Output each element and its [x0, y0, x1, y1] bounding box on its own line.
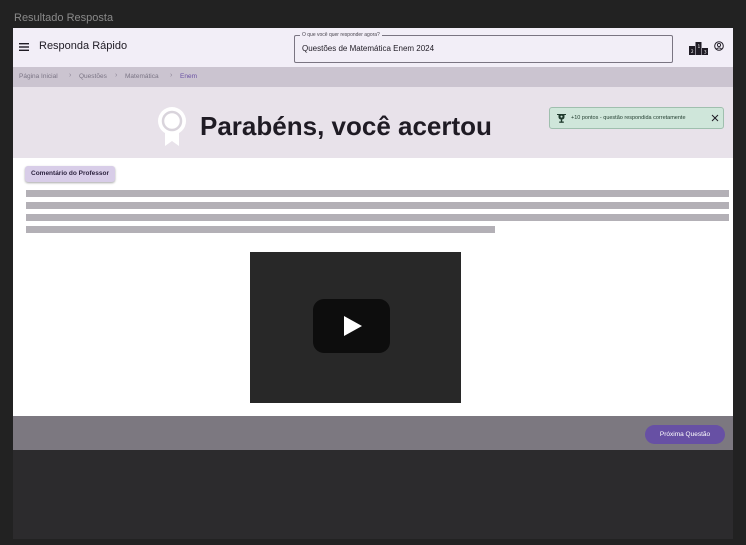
breadcrumb-item-questions[interactable]: Questões — [79, 73, 107, 80]
search-input[interactable]: Questões de Matemática Enem 2024 — [302, 44, 434, 53]
menu-icon[interactable] — [19, 42, 29, 52]
search-field-label: O que você quer responder agora? — [300, 31, 382, 39]
close-icon[interactable] — [711, 114, 719, 122]
svg-text:1: 1 — [698, 44, 701, 49]
breadcrumb-item-home[interactable]: Página Inicial — [19, 73, 58, 80]
account-circle-icon[interactable] — [714, 41, 724, 51]
comment-line-placeholder — [26, 190, 729, 197]
result-banner: Parabéns, você acertou +10 pontos - ques… — [13, 87, 733, 158]
breadcrumb-separator: › — [170, 72, 173, 79]
comment-line-placeholder — [26, 226, 495, 233]
search-field[interactable]: O que você quer responder agora? Questõe… — [294, 31, 673, 63]
breadcrumb: Página Inicial › Questões › Matemática ›… — [13, 67, 733, 87]
trophy-icon — [557, 114, 566, 123]
ranking-podium-icon[interactable]: 2 1 3 — [689, 40, 708, 55]
app-window: Responda Rápido O que você quer responde… — [13, 28, 733, 539]
breadcrumb-item-enem: Enem — [180, 73, 197, 80]
breadcrumb-separator: › — [69, 72, 72, 79]
result-title: Parabéns, você acertou — [200, 111, 492, 141]
comment-line-placeholder — [26, 214, 729, 221]
video-player[interactable] — [250, 252, 461, 403]
next-question-button[interactable]: Próxima Questão — [645, 425, 725, 444]
medal-icon — [158, 107, 186, 146]
notification-text: +10 pontos - questão respondida corretam… — [571, 115, 686, 121]
youtube-play-icon[interactable] — [313, 299, 390, 353]
breadcrumb-separator: › — [115, 72, 118, 79]
page: Resultado Resposta Responda Rápido O que… — [0, 0, 746, 545]
points-notification: +10 pontos - questão respondida corretam… — [549, 107, 724, 129]
answer-content: Comentário do Professor — [13, 158, 733, 416]
teacher-comment-button[interactable]: Comentário do Professor — [25, 166, 116, 182]
top-app-bar: Responda Rápido O que você quer responde… — [13, 28, 733, 67]
action-bar: Próxima Questão — [13, 416, 733, 450]
breadcrumb-item-math[interactable]: Matemática — [125, 73, 159, 80]
window-title: Resultado Resposta — [14, 12, 114, 24]
comment-line-placeholder — [26, 202, 729, 209]
app-name: Responda Rápido — [39, 40, 128, 52]
